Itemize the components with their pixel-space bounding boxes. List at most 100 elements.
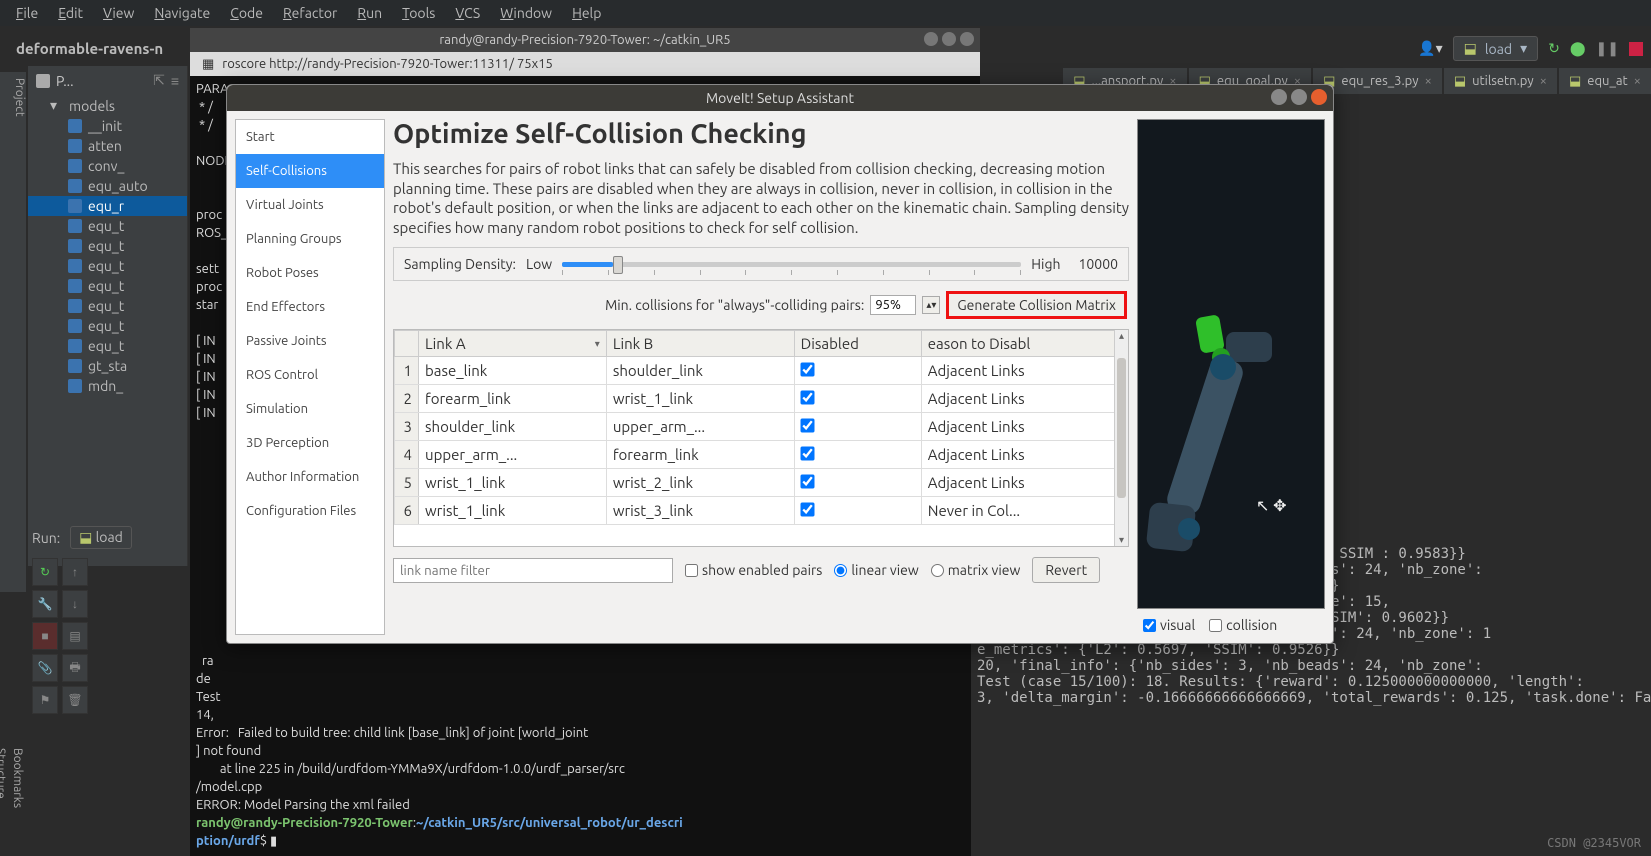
link-filter-input[interactable] <box>393 558 673 583</box>
collision-checkbox[interactable]: collision <box>1209 617 1277 633</box>
disabled-checkbox[interactable] <box>800 446 814 460</box>
tree-file[interactable]: equ_t <box>28 316 187 336</box>
print-icon[interactable]: 🖶 <box>62 654 88 682</box>
stop-button[interactable] <box>1629 42 1643 56</box>
nav-author-information[interactable]: Author Information <box>236 460 384 494</box>
close-icon[interactable]: × <box>1634 74 1641 88</box>
nav-self-collisions[interactable]: Self-Collisions <box>236 154 384 188</box>
down-button[interactable]: ↓ <box>62 590 88 618</box>
tree-file[interactable]: __init <box>28 116 187 136</box>
nav-start[interactable]: Start <box>236 120 384 154</box>
setup-nav[interactable]: StartSelf-CollisionsVirtual JointsPlanni… <box>235 119 385 635</box>
project-tree[interactable]: P... ⇱ ≡ ▾ models __initattenconv_equ_au… <box>28 66 188 566</box>
left-vertical-tabs[interactable]: BookmarksStructure <box>0 740 26 816</box>
linear-view-radio[interactable]: linear view <box>834 562 918 578</box>
maximize-button[interactable] <box>1291 89 1307 105</box>
scroll-thumb[interactable] <box>1117 358 1126 498</box>
spinner-icon[interactable]: ▴▾ <box>922 296 940 314</box>
wrench-icon[interactable]: 🔧 <box>32 590 58 618</box>
nav-3d-perception[interactable]: 3D Perception <box>236 426 384 460</box>
disabled-checkbox[interactable] <box>800 418 814 432</box>
run-config-selector[interactable]: ⬓ load ▾ <box>1453 36 1539 61</box>
cell-disabled[interactable] <box>794 385 921 413</box>
terminal-titlebar[interactable]: randy@randy-Precision-7920-Tower: ~/catk… <box>190 28 980 52</box>
show-enabled-checkbox[interactable]: show enabled pairs <box>685 562 822 578</box>
tree-file[interactable]: atten <box>28 136 187 156</box>
table-row[interactable]: 6wrist_1_linkwrist_3_linkNever in Col... <box>395 497 1128 525</box>
minimize-button[interactable] <box>1271 89 1287 105</box>
tree-header[interactable]: P... ⇱ ≡ <box>28 66 187 95</box>
density-slider[interactable] <box>562 262 1021 267</box>
table-scrollbar[interactable]: ▴ ▾ <box>1114 330 1128 546</box>
menu-navigate[interactable]: Navigate <box>144 2 220 24</box>
nav-configuration-files[interactable]: Configuration Files <box>236 494 384 528</box>
tree-file[interactable]: equ_auto <box>28 176 187 196</box>
stop-button[interactable]: ■ <box>32 622 58 650</box>
menu-window[interactable]: Window <box>490 2 562 24</box>
cell-disabled[interactable] <box>794 357 921 385</box>
collision-table[interactable]: Link A▾Link BDisabledeason to Disabl1bas… <box>393 329 1129 547</box>
cell-disabled[interactable] <box>794 469 921 497</box>
menu-view[interactable]: View <box>93 2 144 24</box>
grid-icon[interactable]: ▦ <box>202 52 214 76</box>
editor-tab[interactable]: ⬓equ_at× <box>1559 68 1651 94</box>
min-collisions-input[interactable] <box>870 295 916 315</box>
menu-vcs[interactable]: VCS <box>445 2 490 24</box>
col-3[interactable]: eason to Disabl <box>921 331 1127 357</box>
attach-icon[interactable]: 📎 <box>32 654 58 682</box>
tree-folder-models[interactable]: ▾ models <box>28 95 187 116</box>
tree-file[interactable]: equ_t <box>28 256 187 276</box>
nav-robot-poses[interactable]: Robot Poses <box>236 256 384 290</box>
run-target[interactable]: ⬓ load <box>70 526 132 549</box>
cell-disabled[interactable] <box>794 441 921 469</box>
collapse-icon[interactable]: ≡ <box>171 73 179 89</box>
robot-viewport[interactable]: ↖ ✥ <box>1137 119 1325 609</box>
editor-tab[interactable]: ⬓utilsetn.py× <box>1444 68 1557 94</box>
nav-passive-joints[interactable]: Passive Joints <box>236 324 384 358</box>
disabled-checkbox[interactable] <box>800 390 814 404</box>
menu-file[interactable]: File <box>6 2 48 24</box>
disabled-checkbox[interactable] <box>800 362 814 376</box>
tree-file[interactable]: equ_t <box>28 236 187 256</box>
table-row[interactable]: 1base_linkshoulder_linkAdjacent Links <box>395 357 1128 385</box>
menu-help[interactable]: Help <box>562 2 611 24</box>
trash-icon[interactable]: 🗑 <box>62 686 88 714</box>
revert-button[interactable]: Revert <box>1032 557 1100 583</box>
pause-icon[interactable]: ❚❚ <box>1596 40 1619 57</box>
generate-collision-matrix-button[interactable]: Generate Collision Matrix <box>946 291 1127 319</box>
nav-ros-control[interactable]: ROS Control <box>236 358 384 392</box>
tree-file[interactable]: gt_sta <box>28 356 187 376</box>
col-0[interactable]: Link A▾ <box>419 331 607 357</box>
table-row[interactable]: 3shoulder_linkupper_arm_...Adjacent Link… <box>395 413 1128 441</box>
side-tab-bookmarks[interactable]: Bookmarks <box>9 740 26 816</box>
rerun-button[interactable]: ↻ <box>32 558 58 586</box>
tree-file[interactable]: conv_ <box>28 156 187 176</box>
tree-file[interactable]: equ_t <box>28 276 187 296</box>
terminal-window-controls[interactable] <box>924 32 974 46</box>
tree-file[interactable]: mdn_ <box>28 376 187 396</box>
matrix-view-radio[interactable]: matrix view <box>931 562 1021 578</box>
col-1[interactable]: Link B <box>606 331 794 357</box>
tree-file[interactable]: equ_r <box>28 196 187 216</box>
menu-edit[interactable]: Edit <box>48 2 93 24</box>
sync-icon[interactable]: ↻ <box>1548 40 1560 57</box>
filter-icon[interactable]: ⚑ <box>32 686 58 714</box>
terminal-tab[interactable]: ▦ roscore http://randy-Precision-7920-To… <box>190 52 980 76</box>
nav-simulation[interactable]: Simulation <box>236 392 384 426</box>
table-row[interactable]: 5wrist_1_linkwrist_2_linkAdjacent Links <box>395 469 1128 497</box>
close-icon[interactable]: × <box>1424 74 1431 88</box>
visual-checkbox[interactable]: visual <box>1143 617 1195 633</box>
cell-disabled[interactable] <box>794 497 921 525</box>
side-tab-structure[interactable]: Structure <box>0 740 9 816</box>
close-button[interactable] <box>1311 89 1327 105</box>
project-tool-tab[interactable]: Project <box>0 72 26 592</box>
align-icon[interactable]: ⇱ <box>153 72 165 89</box>
scroll-down-icon[interactable]: ▾ <box>1115 534 1128 546</box>
tree-file[interactable]: equ_t <box>28 336 187 356</box>
ide-menubar[interactable]: FileEditViewNavigateCodeRefactorRunTools… <box>0 0 1651 26</box>
nav-virtual-joints[interactable]: Virtual Joints <box>236 188 384 222</box>
close-icon[interactable]: × <box>1540 74 1547 88</box>
bug-icon[interactable]: ⬤ <box>1570 40 1586 57</box>
layout-icon[interactable]: ▤ <box>62 622 88 650</box>
user-icon[interactable]: 👤▾ <box>1418 40 1442 57</box>
